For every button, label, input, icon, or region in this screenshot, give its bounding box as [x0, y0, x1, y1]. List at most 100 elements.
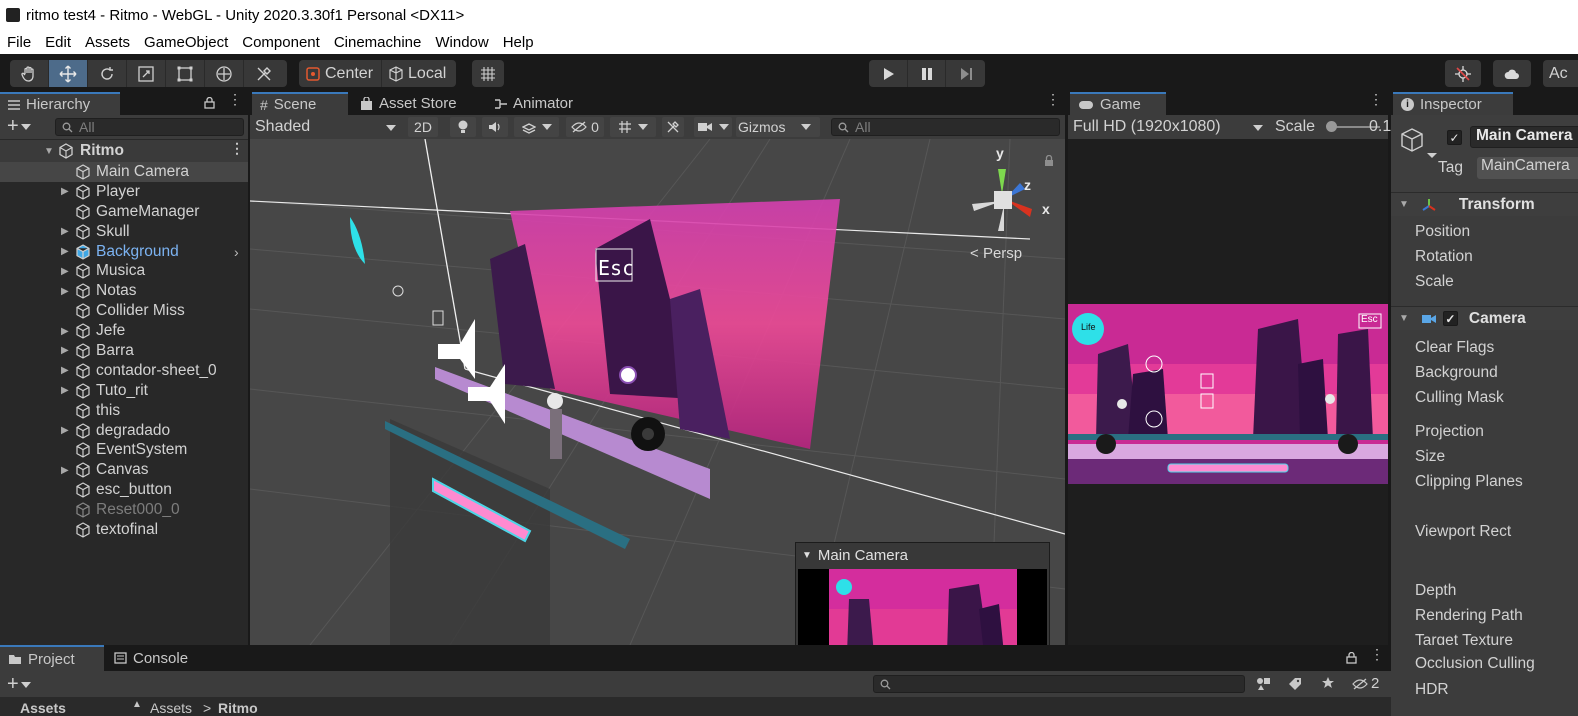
cloud-button[interactable] — [1493, 60, 1531, 87]
fold-arrow-icon[interactable]: ▶ — [61, 425, 69, 436]
chevron-right-icon[interactable]: › — [234, 244, 239, 260]
menu-file[interactable]: File — [7, 34, 31, 51]
create-dropdown[interactable]: + — [7, 116, 31, 136]
camera-dropdown[interactable] — [694, 117, 732, 137]
resolution-dropdown[interactable]: Full HD (1920x1080) — [1073, 115, 1265, 139]
menu-assets[interactable]: Assets — [85, 34, 130, 51]
hierarchy-item[interactable]: ▶ Jefe — [0, 321, 248, 341]
tab-asset-store[interactable]: Asset Store — [352, 92, 472, 115]
lock-icon[interactable] — [1346, 652, 1357, 664]
gizmos-dropdown[interactable]: Gizmos — [736, 117, 820, 137]
favorite-star-icon[interactable] — [1321, 676, 1335, 690]
object-name-field[interactable]: Main Camera — [1470, 126, 1578, 148]
hierarchy-item[interactable]: ▶ contador-sheet_0 — [0, 361, 248, 381]
hierarchy-item[interactable]: ▶ Tuto_rit — [0, 381, 248, 401]
step-button[interactable] — [946, 60, 985, 87]
tab-inspector[interactable]: i Inspector — [1393, 92, 1513, 115]
hierarchy-item[interactable]: ▶ Player — [0, 182, 248, 202]
play-button[interactable] — [869, 60, 908, 87]
move-tool-button[interactable] — [49, 60, 88, 87]
fold-arrow-icon[interactable]: ▼ — [1399, 313, 1409, 324]
scene-tools-button[interactable] — [662, 117, 684, 137]
fold-arrow-icon[interactable]: ▼ — [44, 146, 54, 157]
tab-project[interactable]: Project — [0, 645, 104, 671]
grid-snap-button[interactable] — [472, 60, 504, 87]
hierarchy-item[interactable]: ▶ Barra — [0, 341, 248, 361]
filter-by-label-icon[interactable] — [1288, 677, 1302, 691]
scene-root-ritmo[interactable]: ▼ Ritmo ⋮ — [0, 140, 248, 162]
fold-arrow-icon[interactable]: ▶ — [61, 246, 69, 257]
project-search-input[interactable] — [873, 675, 1245, 693]
account-button[interactable]: Ac — [1543, 60, 1576, 87]
transform-tool-button[interactable] — [205, 60, 244, 87]
hierarchy-item[interactable]: esc_button — [0, 480, 248, 500]
hierarchy-item[interactable]: EventSystem — [0, 440, 248, 460]
lighting-toggle[interactable] — [450, 117, 476, 137]
tag-dropdown[interactable]: MainCamera — [1477, 157, 1578, 179]
tab-hierarchy[interactable]: Hierarchy — [0, 92, 120, 115]
audio-toggle[interactable] — [482, 117, 508, 137]
collab-button[interactable] — [1445, 60, 1481, 87]
fold-arrow-icon[interactable]: ▶ — [61, 465, 69, 476]
shading-mode-dropdown[interactable]: Shaded — [255, 115, 398, 139]
scale-tool-button[interactable] — [127, 60, 166, 87]
scale-slider[interactable]: Scale 0.1 — [1275, 115, 1391, 139]
fold-arrow-icon[interactable]: ▶ — [61, 266, 69, 277]
tab-animator[interactable]: Animator — [486, 92, 596, 115]
hierarchy-item[interactable]: ▶ Background › — [0, 242, 248, 262]
fold-arrow-icon[interactable]: ▶ — [61, 286, 69, 297]
fold-arrow-icon[interactable]: ▼ — [1399, 199, 1409, 210]
scene-menu-icon[interactable]: ⋮ — [1046, 92, 1060, 106]
rotate-tool-button[interactable] — [88, 60, 127, 87]
hierarchy-item[interactable]: Reset000_0 — [0, 500, 248, 520]
filter-by-type-icon[interactable] — [1256, 677, 1272, 691]
hierarchy-item[interactable]: textofinal — [0, 520, 248, 540]
hierarchy-item[interactable]: Main Camera — [0, 162, 248, 182]
scale-slider-thumb[interactable] — [1326, 121, 1337, 132]
tab-console[interactable]: Console — [106, 645, 216, 671]
game-menu-icon[interactable]: ⋮ — [1369, 92, 1383, 106]
fold-arrow-icon[interactable]: ▼ — [802, 550, 812, 561]
project-create-dropdown[interactable]: + — [7, 674, 31, 694]
gizmo-lock-icon[interactable] — [1044, 155, 1054, 167]
hierarchy-item[interactable]: ▶ Musica — [0, 261, 248, 281]
fold-arrow-icon[interactable]: ▶ — [61, 326, 69, 337]
scene-menu-icon[interactable]: ⋮ — [230, 141, 244, 155]
menu-cinemachine[interactable]: Cinemachine — [334, 34, 422, 51]
hierarchy-item[interactable]: Collider Miss — [0, 301, 248, 321]
grid-dropdown[interactable] — [610, 117, 656, 137]
hierarchy-item[interactable]: this — [0, 401, 248, 421]
effects-dropdown[interactable] — [514, 117, 559, 137]
breadcrumb-ritmo[interactable]: Ritmo — [218, 700, 258, 716]
hierarchy-search-input[interactable]: All — [55, 118, 244, 136]
active-checkbox[interactable]: ✓ — [1447, 130, 1462, 145]
hand-tool-button[interactable] — [10, 60, 49, 87]
camera-enabled-checkbox[interactable]: ✓ — [1442, 311, 1458, 326]
lock-icon[interactable] — [204, 97, 215, 109]
breadcrumb-assets[interactable]: Assets — [150, 700, 192, 716]
rect-tool-button[interactable] — [166, 60, 205, 87]
fold-arrow-icon[interactable]: ▶ — [61, 226, 69, 237]
project-menu-icon[interactable]: ⋮ — [1370, 647, 1384, 661]
menu-edit[interactable]: Edit — [45, 34, 71, 51]
scene-search-input[interactable]: All — [831, 118, 1060, 136]
scene-viewport[interactable]: Esc y z x < Persp ▼ Main Camera — [250, 139, 1065, 645]
orientation-gizmo[interactable]: y z x < Persp — [960, 145, 1060, 262]
custom-tool-button[interactable] — [244, 60, 283, 87]
hierarchy-item[interactable]: ▶ Canvas — [0, 460, 248, 480]
assets-folder-tree-root[interactable]: Assets — [20, 700, 66, 716]
hidden-packages-toggle[interactable]: 2 — [1352, 675, 1379, 692]
scene-visibility-toggle[interactable]: 0 — [566, 117, 604, 137]
menu-help[interactable]: Help — [503, 34, 534, 51]
pivot-mode-button[interactable]: Center — [299, 60, 383, 87]
hierarchy-item[interactable]: ▶ Skull — [0, 222, 248, 242]
fold-arrow-icon[interactable]: ▶ — [61, 345, 69, 356]
transform-component-header[interactable]: ▼ Transform — [1391, 192, 1578, 216]
tab-game[interactable]: Game — [1070, 92, 1166, 115]
pivot-space-button[interactable]: Local — [382, 60, 454, 87]
fold-arrow-icon[interactable]: ▶ — [61, 385, 69, 396]
hierarchy-item[interactable]: ▶ Notas — [0, 281, 248, 301]
game-view[interactable]: Life Esc — [1068, 304, 1388, 484]
fold-arrow-icon[interactable]: ▶ — [61, 186, 69, 197]
tab-scene[interactable]: # Scene — [252, 92, 348, 115]
